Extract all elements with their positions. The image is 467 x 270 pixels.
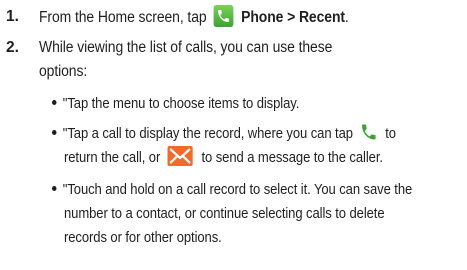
bullet-3-line-1: "Touch and hold on a call record to sele… [62,182,413,198]
step-1-text-before: From the Home screen, tap [39,9,207,27]
step-2-line-1: While viewing the list of calls, you can… [39,39,333,56]
bullet-2-line2-after: to send a message to the caller. [201,150,383,166]
phone-app-icon [213,5,234,27]
phone-recent-path: Phone > Recent [241,9,345,27]
bullet-3-line-3: records or for other options. [64,230,222,246]
step-1-text-after: . [344,9,349,27]
bullet-item: "Tap the menu to choose items to display… [52,94,299,114]
bullet-dot [52,99,57,105]
bullet-2-text-after: to [385,126,396,142]
bullet-1-text: "Tap the menu to choose items to display… [62,96,300,112]
step-2-line-2: options: [39,63,88,80]
bullet-2-line2-before: return the call, or [64,150,161,166]
bullet-dot [52,185,57,191]
bullet-3-line-2: number to a contact, or continue selecti… [64,206,385,222]
envelope-icon [167,146,193,167]
bullet-2-line-2: return the call, or to send a message to… [64,146,383,168]
step-number: 1. [6,8,19,25]
bullet-item: "Tap a call to display the record, where… [52,124,396,144]
bullet-2-text-before: "Tap a call to display the record, where… [62,126,353,142]
bullet-dot [52,129,57,135]
phone-handset-icon [360,122,378,142]
bullet-item: "Touch and hold on a call record to sele… [52,180,412,200]
step-number: 2. [6,39,19,56]
document-page: 1. From the Home screen, tap Phone > Rec… [0,0,467,270]
step-1-text: From the Home screen, tap Phone > Recent… [39,5,349,29]
